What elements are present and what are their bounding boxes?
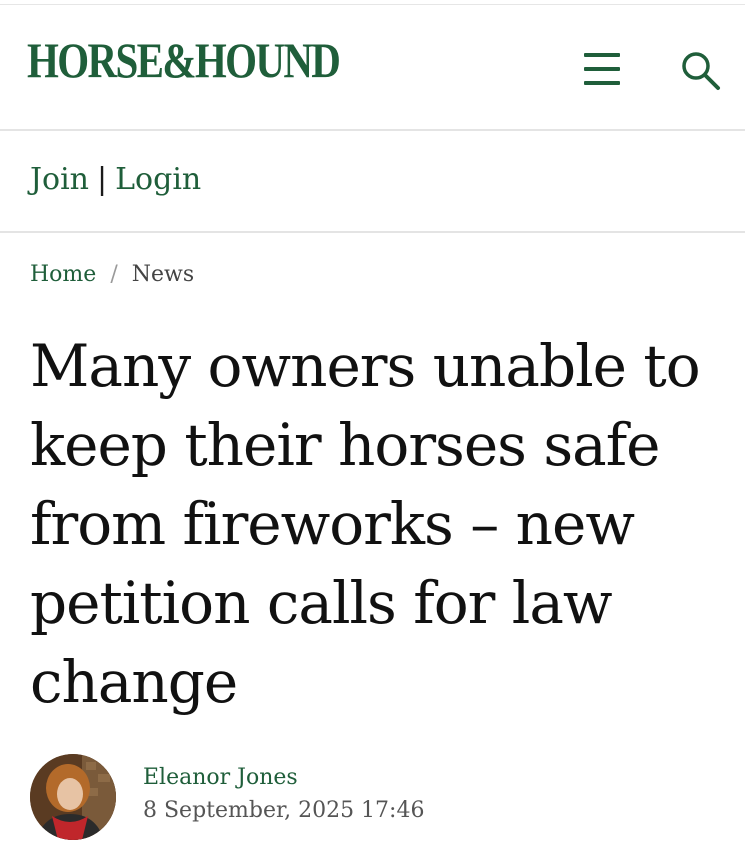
menu-button[interactable]	[580, 49, 624, 89]
article-byline: Eleanor Jones 8 September, 2025 17:46	[143, 762, 424, 828]
breadcrumb-current: News	[131, 262, 195, 287]
join-link[interactable]: Join	[30, 162, 89, 197]
site-header: HORSE&HOUND	[0, 5, 745, 129]
publish-date: 8 September, 2025 17:46	[143, 798, 425, 823]
account-separator: |	[97, 162, 108, 197]
search-icon	[682, 52, 720, 90]
hamburger-menu-icon	[584, 53, 620, 57]
account-divider	[0, 231, 745, 233]
login-link[interactable]: Login	[115, 162, 201, 197]
hamburger-menu-icon-bar	[584, 81, 620, 85]
article-headline: Many owners unable to keep their horses …	[30, 332, 701, 716]
author-avatar[interactable]	[30, 754, 116, 840]
author-name-link[interactable]: Eleanor Jones	[143, 762, 424, 794]
breadcrumb: Home / News	[30, 260, 194, 290]
header-divider	[0, 129, 745, 131]
breadcrumb-home-link[interactable]: Home	[30, 262, 96, 287]
account-links: Join | Login	[30, 160, 201, 200]
breadcrumb-separator: /	[110, 262, 118, 287]
hamburger-menu-icon-bar	[584, 67, 620, 71]
author-photo	[30, 754, 116, 840]
search-button[interactable]	[678, 49, 722, 93]
site-logo[interactable]: HORSE&HOUND	[27, 35, 341, 85]
